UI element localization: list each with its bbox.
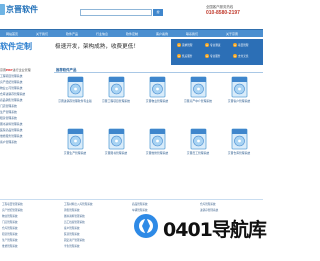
products-title: 推荐软件产品 [54, 67, 263, 73]
feature-item: + 专业服务 [205, 54, 221, 58]
product-name[interactable]: 京晋维修管理系统 [137, 151, 177, 156]
hotline-label: 全国客户服务热线 [206, 5, 234, 9]
banner-slogan: 极速开发，架构成熟，收费更低！ [55, 44, 139, 50]
product-name[interactable]: 京晋生产管理系统 [55, 151, 95, 156]
software-box-icon [190, 76, 207, 98]
product-card[interactable]: 京晋员工管理系统 [178, 128, 218, 168]
product-card[interactable]: 京晋图书管理系统 [96, 128, 136, 168]
feature-item: + 项目管理 [233, 43, 249, 47]
main-nav: 网站首页 关于我们 软件产品 行业信息 软件定制 客户案例 联系我们 关于京晋 [0, 29, 263, 37]
plus-icon: + [205, 54, 209, 58]
software-box-icon [231, 76, 248, 98]
logo-mark-icon [0, 4, 5, 15]
banner-title: 软件定制 [0, 42, 32, 51]
feature-item: + 专业测试 [205, 43, 221, 47]
watermark-text: 0401导航库 [163, 219, 267, 241]
product-card[interactable]: 京晋房产中介管理系统 [178, 76, 218, 116]
recommended-products: 推荐软件产品 京晋进销存管理软件专业版 京晋工程项目管理系统 京晋物业管理系统 京晋房… [54, 67, 263, 195]
footer-link[interactable]: 维修管理系统 [2, 244, 62, 250]
plus-icon: + [233, 43, 237, 47]
watermark: 0401导航库 [133, 212, 267, 242]
software-box-icon [108, 128, 125, 150]
product-card[interactable]: 京晋物业管理系统 [137, 76, 177, 116]
software-box-icon [67, 128, 84, 150]
product-card[interactable]: 京晋工程项目管理系统 [96, 76, 136, 116]
product-card[interactable]: 京晋进销存管理软件专业版 [55, 76, 95, 116]
product-card[interactable]: 京晋仓库管理系统 [219, 128, 259, 168]
site-logo[interactable]: 京晋软件 [0, 1, 38, 21]
product-name[interactable]: 京晋客户管理系统 [219, 99, 259, 104]
product-name[interactable]: 京晋物业管理系统 [137, 99, 177, 104]
product-card[interactable]: 京晋生产管理系统 [55, 128, 95, 168]
search-input[interactable] [80, 9, 152, 16]
product-name[interactable]: 京晋员工管理系统 [178, 151, 218, 156]
product-name[interactable]: 京晋进销存管理软件专业版 [55, 99, 95, 104]
hotline-number: 010-8580-2197 [206, 10, 240, 16]
category-sidebar: 京晋ERP进行企业管理 工程项目管理系统 房产经纪管理系统 物业公司管理系统 仓… [0, 67, 49, 195]
product-name[interactable]: 京晋房产中介管理系统 [178, 99, 218, 104]
link-column: 工程项目管理系统 房产经纪管理系统 物业管理系统 门店管理系统 仓库管理系统 租… [2, 202, 62, 250]
software-box-icon [67, 76, 84, 98]
plus-icon: + [177, 43, 181, 47]
plus-icon: + [205, 43, 209, 47]
product-name[interactable]: 京晋仓库管理系统 [219, 151, 259, 156]
software-box-icon [108, 76, 125, 98]
software-box-icon [231, 128, 248, 150]
feature-item: + 售后服务 [177, 54, 193, 58]
feature-item: + 需求管理 [177, 43, 193, 47]
product-card[interactable]: 京晋客户管理系统 [219, 76, 259, 116]
site-header: 京晋软件 搜 全国客户服务热线 010-8580-2197 [0, 0, 263, 29]
plus-icon: + [177, 54, 181, 58]
search-button[interactable]: 搜 [153, 9, 163, 16]
product-name[interactable]: 京晋工程项目管理系统 [96, 99, 136, 104]
product-name[interactable]: 京晋图书管理系统 [96, 151, 136, 156]
software-box-icon [190, 128, 207, 150]
software-box-icon [149, 76, 166, 98]
footer-link[interactable]: 学生管理系统 [64, 244, 124, 250]
software-box-icon [149, 128, 166, 150]
sidebar-item[interactable]: 客户管理系统 [0, 139, 49, 145]
logo-text: 京晋软件 [6, 5, 38, 14]
plus-icon: + [233, 54, 237, 58]
product-card[interactable]: 京晋维修管理系统 [137, 128, 177, 168]
feature-item: + 支付无忧 [233, 54, 249, 58]
link-column: 工程材料出入库管理系统 销售管理系统 图书资料管理系统 员工档案管理系统 客户管… [64, 202, 124, 250]
navigation-logo-icon [134, 214, 158, 238]
feature-panel: + 需求管理 + 专业测试 + 项目管理 + 售后服务 + 专业服务 + 支付无忧 [171, 39, 263, 65]
